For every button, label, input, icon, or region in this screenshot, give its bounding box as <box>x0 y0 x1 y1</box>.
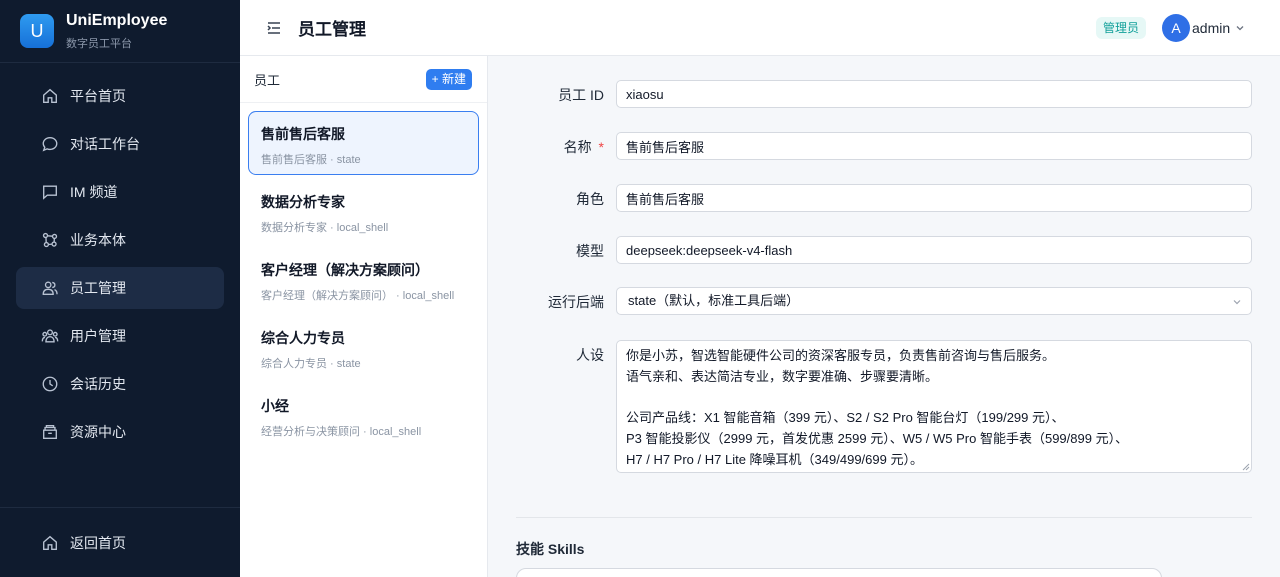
sidebar: U UniEmployee 数字员工平台 平台首页 对话工作台 IM 频道 业务… <box>0 0 240 577</box>
brand: U UniEmployee 数字员工平台 <box>0 0 240 63</box>
employee-meta: 综合人力专员 · state <box>261 358 361 370</box>
clock-icon <box>40 374 60 394</box>
employee-item[interactable]: 综合人力专员 综合人力专员 · state <box>248 315 479 379</box>
back-home-link[interactable]: 返回首页 <box>16 522 224 564</box>
employee-item[interactable]: 售前售后客服 售前售后客服 · state <box>248 111 479 175</box>
name-label-text: 名称 <box>563 139 592 155</box>
sidebar-item-label: IM 频道 <box>70 184 118 200</box>
brand-subtitle: 数字员工平台 <box>66 37 132 50</box>
persona-label: 人设 <box>576 347 604 363</box>
home-icon <box>40 533 60 553</box>
employee-list-title: 员工 <box>254 72 281 88</box>
message-icon <box>40 182 60 202</box>
sidebar-item-label: 资源中心 <box>70 424 126 440</box>
employee-list-header: 员工 + 新建 <box>240 56 487 103</box>
users-icon <box>40 326 60 346</box>
employee-meta: 客户经理（解决方案顾问） · local_shell <box>261 290 455 302</box>
backend-select[interactable]: state（默认，标准工具后端） <box>616 287 1252 315</box>
sidebar-item-employees[interactable]: 员工管理 <box>16 267 224 309</box>
sidebar-nav: 平台首页 对话工作台 IM 频道 业务本体 员工管理 用户管理 会话历史 资源中… <box>0 63 240 453</box>
role-badge: 管理员 <box>1096 17 1147 39</box>
page-title: 员工管理 <box>298 20 366 39</box>
team-icon <box>40 278 60 298</box>
sidebar-item-label: 用户管理 <box>70 328 126 344</box>
name-label: 名称 * <box>564 137 604 157</box>
employee-name: 数据分析专家 <box>261 194 345 210</box>
employee-id-input[interactable] <box>616 80 1252 108</box>
employee-item[interactable]: 数据分析专家 数据分析专家 · local_shell <box>248 179 479 243</box>
sidebar-item-resources[interactable]: 资源中心 <box>16 411 224 453</box>
sidebar-item-ontology[interactable]: 业务本体 <box>16 219 224 261</box>
employee-meta: 数据分析专家 · local_shell <box>261 222 389 234</box>
employee-meta: 经营分析与决策顾问 · local_shell <box>261 426 422 438</box>
employee-name: 售前售后客服 <box>261 126 345 142</box>
backend-label: 运行后端 <box>548 294 604 310</box>
top-header: 员工管理 管理员 A admin <box>240 0 1280 56</box>
employee-name: 客户经理（解决方案顾问） <box>261 262 429 278</box>
employee-form: 员工 ID 名称 * 角色 模型 运行后端 state（默认，标准工具后端） 人… <box>488 56 1280 577</box>
box-icon <box>40 422 60 442</box>
skills-section-title: 技能 Skills <box>516 541 585 557</box>
sidebar-item-label: 业务本体 <box>70 232 126 248</box>
sidebar-item-history[interactable]: 会话历史 <box>16 363 224 405</box>
employee-meta: 售前售后客服 · state <box>261 154 361 166</box>
employee-list-panel: 员工 + 新建 售前售后客服 售前售后客服 · state 数据分析专家 数据分… <box>240 56 488 577</box>
new-employee-button[interactable]: + 新建 <box>425 68 472 90</box>
skills-box[interactable] <box>516 568 1162 577</box>
resize-handle-icon[interactable] <box>1242 463 1250 471</box>
name-input[interactable] <box>616 132 1252 160</box>
model-input[interactable] <box>616 236 1252 264</box>
backend-select-value: state（默认，标准工具后端） <box>628 293 800 308</box>
chat-icon <box>40 134 60 154</box>
section-divider <box>516 517 1252 518</box>
role-label: 角色 <box>576 191 604 207</box>
sidebar-footer: 返回首页 <box>0 507 240 570</box>
sidebar-item-chat[interactable]: 对话工作台 <box>16 123 224 165</box>
required-mark: * <box>598 139 604 155</box>
employee-item[interactable]: 小经 经营分析与决策顾问 · local_shell <box>248 383 479 447</box>
employee-name: 小经 <box>261 398 289 414</box>
employee-id-label: 员工 ID <box>558 87 604 103</box>
sidebar-item-label: 平台首页 <box>70 88 126 104</box>
back-home-label: 返回首页 <box>70 535 126 551</box>
avatar: A <box>1162 14 1190 42</box>
graph-icon <box>40 230 60 250</box>
sidebar-item-users[interactable]: 用户管理 <box>16 315 224 357</box>
sidebar-item-label: 会话历史 <box>70 376 126 392</box>
role-input[interactable] <box>616 184 1252 212</box>
model-label: 模型 <box>576 243 604 259</box>
sidebar-item-label: 员工管理 <box>70 280 126 296</box>
user-menu[interactable]: A admin <box>1162 14 1245 42</box>
home-icon <box>40 86 60 106</box>
chevron-down-icon <box>1233 300 1241 305</box>
menu-toggle-icon[interactable] <box>266 20 282 36</box>
employee-item[interactable]: 客户经理（解决方案顾问） 客户经理（解决方案顾问） · local_shell <box>248 247 479 311</box>
brand-logo: U <box>20 14 54 48</box>
chevron-down-icon <box>1236 26 1244 31</box>
employee-name: 综合人力专员 <box>261 330 345 346</box>
sidebar-item-im[interactable]: IM 频道 <box>16 171 224 213</box>
brand-name: UniEmployee <box>66 11 168 29</box>
username: admin <box>1192 20 1231 36</box>
sidebar-item-home[interactable]: 平台首页 <box>16 75 224 117</box>
sidebar-item-label: 对话工作台 <box>70 136 140 152</box>
persona-textarea[interactable]: 你是小苏，智选智能硬件公司的资深客服专员，负责售前咨询与售后服务。 语气亲和、表… <box>616 340 1252 473</box>
